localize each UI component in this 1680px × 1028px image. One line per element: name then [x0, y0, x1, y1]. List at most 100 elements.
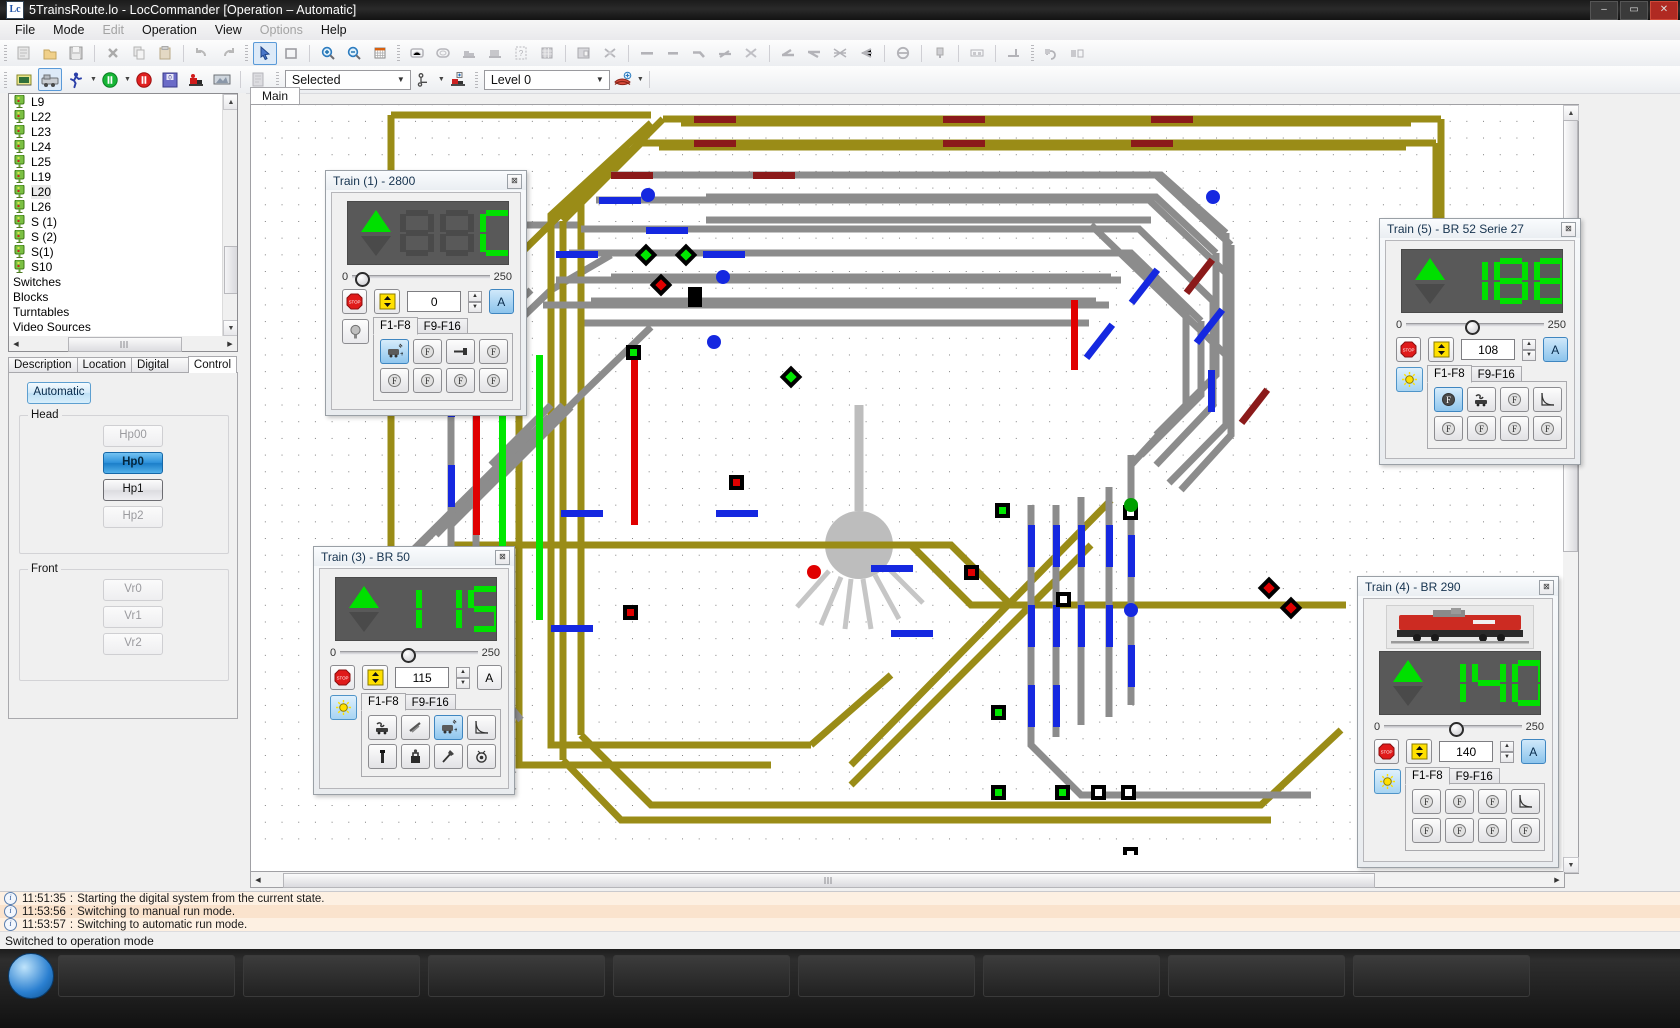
- train-3-slider-track[interactable]: [340, 648, 478, 663]
- tree-item-l26[interactable]: L26: [9, 199, 223, 214]
- taskbar-item[interactable]: [613, 955, 790, 997]
- train-4-auto-button[interactable]: A: [1520, 739, 1547, 764]
- train-5-fn-1[interactable]: F: [1434, 387, 1463, 412]
- spinner-down-icon[interactable]: ▼: [456, 678, 470, 689]
- canvas-hscroll-thumb[interactable]: [283, 873, 1375, 888]
- train-3-fn-shovel[interactable]: [434, 744, 463, 769]
- toolbar-grip[interactable]: [397, 45, 400, 61]
- buffer-stop-icon[interactable]: [1002, 42, 1026, 65]
- save-icon[interactable]: [64, 42, 88, 65]
- object-tree[interactable]: L9 L22 L23 L24 L25 L19 L20 L26 S (1) S (2) S(1) S10…: [8, 93, 238, 337]
- selection-mode-combo[interactable]: Selected ▼: [284, 69, 411, 90]
- menu-help[interactable]: Help: [312, 21, 356, 39]
- paste-icon[interactable]: [153, 42, 177, 65]
- turntable-icon[interactable]: [891, 42, 915, 65]
- copy-icon[interactable]: [127, 42, 151, 65]
- train-1-fn-2[interactable]: F: [413, 339, 442, 364]
- toolbar-grip[interactable]: [4, 71, 7, 88]
- power-dropdown-arrow[interactable]: ▼: [124, 76, 131, 83]
- train-5-tab-f1-f8[interactable]: F1-F8: [1427, 365, 1472, 383]
- train-1-fn-horn-plus[interactable]: +: [380, 339, 409, 364]
- train-4-close-button[interactable]: ⊠: [1539, 580, 1554, 595]
- train-1-speed-field[interactable]: 0: [406, 291, 462, 312]
- train-4-fn-3[interactable]: F: [1478, 789, 1507, 814]
- train-3-fn-smoke[interactable]: [368, 715, 397, 740]
- train-4-slider-knob[interactable]: [1448, 722, 1464, 737]
- close-button[interactable]: ✕: [1650, 1, 1678, 20]
- toolbar-grip[interactable]: [474, 71, 478, 88]
- tree-item-switches[interactable]: Switches: [9, 274, 223, 289]
- node-tool-dropdown-arrow[interactable]: ▼: [438, 76, 445, 83]
- level-combo[interactable]: Level 0 ▼: [483, 69, 610, 90]
- toolbar-grip[interactable]: [4, 45, 7, 61]
- train-panel-4[interactable]: Train (4) - BR 290 ⊠ 0 250 STOP 140 ▲ ▼ …: [1357, 576, 1559, 868]
- tab-description[interactable]: Description: [8, 357, 78, 373]
- spinner-up-icon[interactable]: ▲: [1522, 339, 1536, 350]
- train-1-fn-6[interactable]: F: [413, 368, 442, 393]
- toolbar-grip[interactable]: [245, 45, 248, 61]
- train-panel-1[interactable]: Train (1) - 2800 ⊠ 0 250 STOP 0 ▲ ▼ A F1…: [325, 170, 527, 416]
- front-button-vr1[interactable]: Vr1: [103, 606, 163, 628]
- chevron-down-icon[interactable]: ▼: [593, 75, 607, 84]
- maximize-button[interactable]: ▭: [1620, 1, 1648, 20]
- train-5-close-button[interactable]: ⊠: [1561, 222, 1576, 237]
- tree-item-turntables[interactable]: Turntables: [9, 304, 223, 319]
- front-button-vr0[interactable]: Vr0: [103, 579, 163, 601]
- train-1-speed-slider[interactable]: 0 250: [342, 271, 512, 287]
- train-3-fn-rods[interactable]: [401, 715, 430, 740]
- tree-item-s1[interactable]: S (1): [9, 214, 223, 229]
- train-4-stop-button[interactable]: STOP: [1374, 739, 1400, 764]
- train-4-direction-button[interactable]: [1406, 739, 1432, 764]
- toolbar-grip[interactable]: [275, 71, 279, 88]
- train-panel-3[interactable]: Train (3) - BR 50 ⊠ 0 250 STOP 115 ▲ ▼ A…: [313, 546, 515, 795]
- menu-view[interactable]: View: [206, 21, 251, 39]
- train-5-direction-button[interactable]: [1428, 337, 1454, 362]
- train-4-speed-spinner[interactable]: ▲ ▼: [1500, 741, 1514, 763]
- train-3-speed-spinner[interactable]: ▲ ▼: [456, 667, 470, 689]
- train-4-tab-f1-f8[interactable]: F1-F8: [1405, 767, 1450, 785]
- train-4-fn-5[interactable]: F: [1412, 818, 1441, 843]
- train-3-headlight-button[interactable]: [330, 695, 357, 720]
- train-5-fn-smoke[interactable]: [1467, 387, 1496, 412]
- train-1-fn-5[interactable]: F: [380, 368, 409, 393]
- tree-item-blocks[interactable]: Blocks: [9, 289, 223, 304]
- taskbar-item[interactable]: [58, 955, 235, 997]
- turnout-right-icon[interactable]: [802, 42, 826, 65]
- train-4-fn-2[interactable]: F: [1445, 789, 1474, 814]
- monitor-icon[interactable]: [12, 68, 36, 91]
- head-button-hp00[interactable]: Hp00: [103, 425, 163, 447]
- tab-location[interactable]: Location: [76, 357, 133, 373]
- chevron-down-icon[interactable]: ▼: [394, 75, 408, 84]
- train-5-speed-field[interactable]: 108: [1460, 339, 1516, 360]
- train-1-title-bar[interactable]: Train (1) - 2800: [326, 171, 526, 190]
- three-way-icon[interactable]: [854, 42, 878, 65]
- taskbar-item[interactable]: [428, 955, 605, 997]
- toolbar-grip[interactable]: [1031, 45, 1034, 61]
- train-5-fn-5[interactable]: F: [1434, 416, 1463, 441]
- taskbar-item[interactable]: [798, 955, 975, 997]
- spinner-up-icon[interactable]: ▲: [1500, 741, 1514, 752]
- scroll-left-arrow-icon[interactable]: ◀: [9, 337, 23, 350]
- tree-item-s2[interactable]: S (2): [9, 229, 223, 244]
- train-1-headlight-button[interactable]: [342, 319, 369, 344]
- train-panel-5[interactable]: Train (5) - BR 52 Serie 27 ⊠ 0 250 STOP …: [1379, 218, 1581, 465]
- train-1-fn-7[interactable]: F: [446, 368, 475, 393]
- train-5-stop-button[interactable]: STOP: [1396, 337, 1422, 362]
- spinner-up-icon[interactable]: ▲: [468, 291, 482, 302]
- canvas-horizontal-scrollbar[interactable]: ◀ ▶: [250, 872, 1565, 888]
- tree-item-l9[interactable]: L9: [9, 94, 223, 109]
- train-5-fn-8[interactable]: F: [1533, 416, 1562, 441]
- track-curve-icon[interactable]: [687, 42, 711, 65]
- open-folder-icon[interactable]: [38, 42, 62, 65]
- tree-item-s10[interactable]: S10: [9, 259, 223, 274]
- train-1-auto-button[interactable]: A: [488, 289, 515, 314]
- tree-item-l23[interactable]: L23: [9, 124, 223, 139]
- train-3-fn-coal[interactable]: [401, 744, 430, 769]
- tree-scroll-thumb[interactable]: [224, 246, 237, 294]
- train-5-title-bar[interactable]: Train (5) - BR 52 Serie 27: [1380, 219, 1580, 238]
- platform-icon[interactable]: [965, 42, 989, 65]
- tree-item-l25[interactable]: L25: [9, 154, 223, 169]
- tree-hscroll-track[interactable]: [23, 337, 223, 352]
- train-4-speed-slider[interactable]: 0 250: [1374, 721, 1544, 737]
- menu-operation[interactable]: Operation: [133, 21, 206, 39]
